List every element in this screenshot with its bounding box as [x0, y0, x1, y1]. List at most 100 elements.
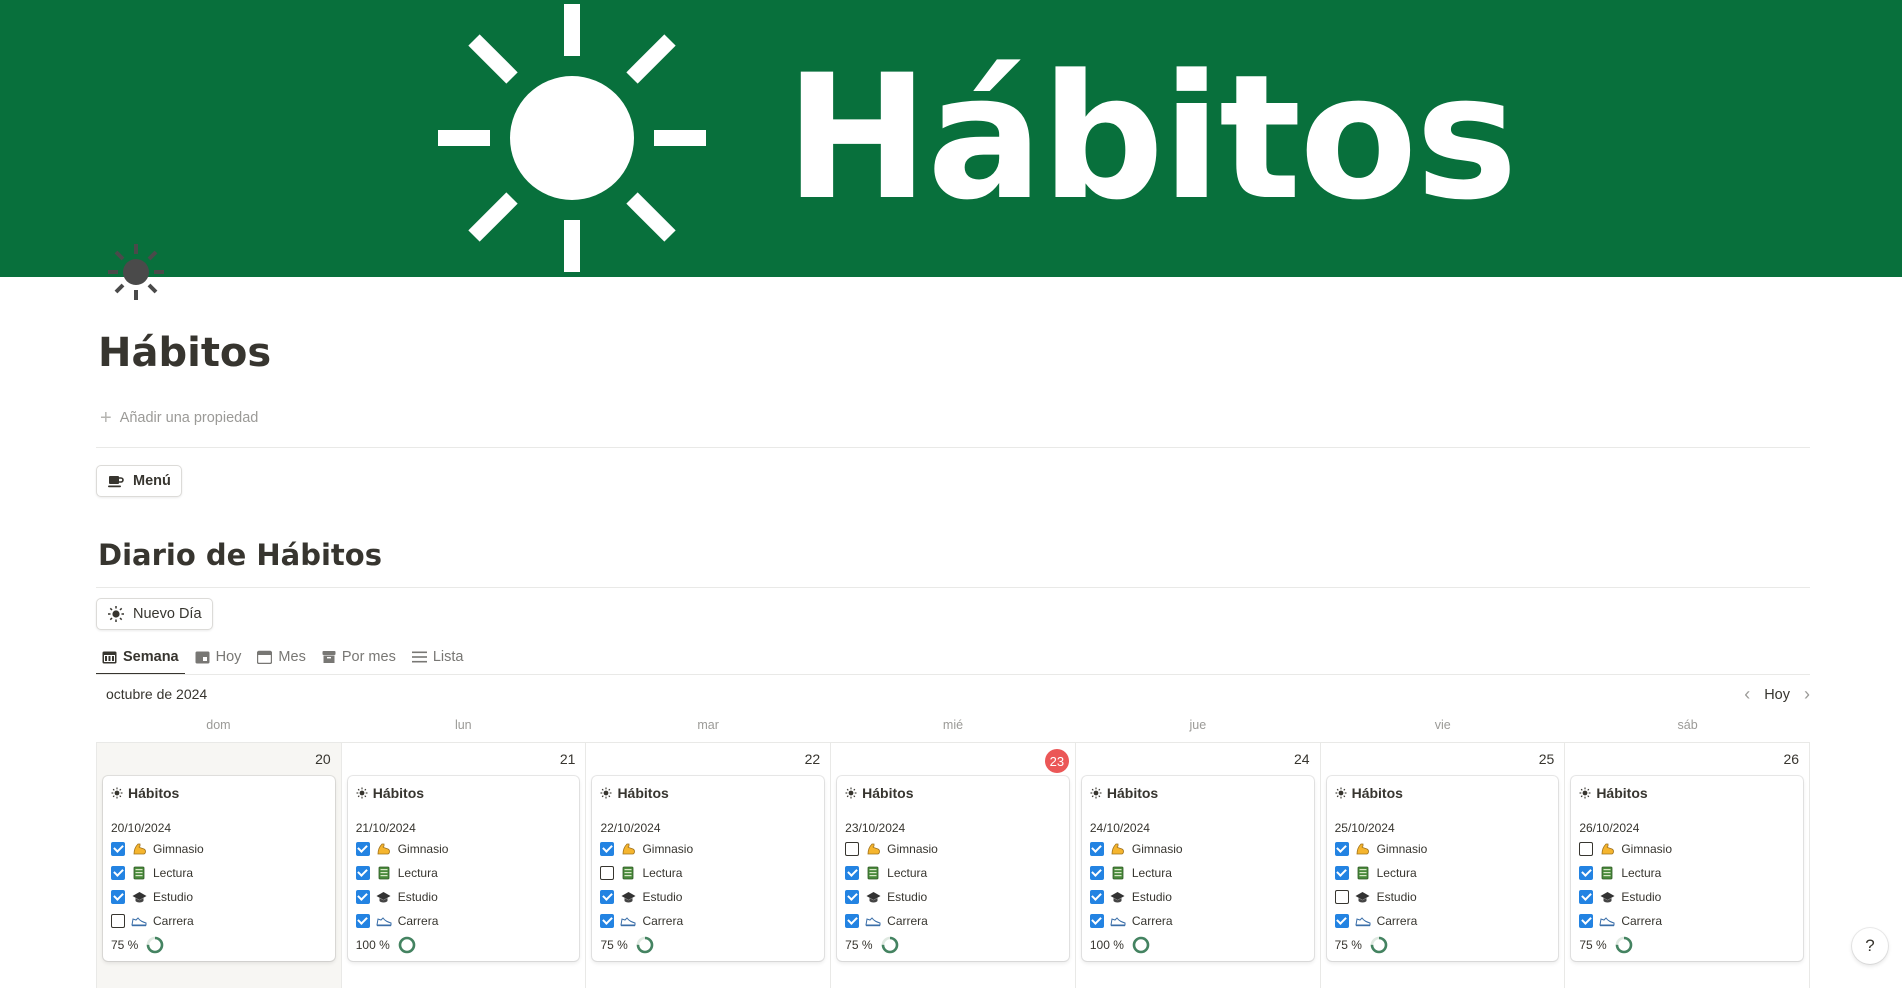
tab-semana[interactable]: Semana [96, 640, 185, 675]
habit-checkbox[interactable] [355, 842, 370, 856]
progress-ring [398, 936, 416, 954]
habit-card[interactable]: Hábitos 23/10/2024 Gimnasio Lectura Estudio C… [837, 776, 1069, 961]
calendar-week-icon [102, 651, 117, 664]
habit-checkbox[interactable] [845, 914, 860, 928]
habit-checkbox[interactable] [1579, 914, 1594, 928]
sun-icon[interactable] [104, 240, 168, 304]
habit-label: Estudio [887, 890, 928, 904]
weekday-label: sáb [1677, 718, 1698, 732]
habit-checkbox[interactable] [1334, 914, 1349, 928]
tab-label: Lista [432, 649, 464, 665]
card-title: Hábitos [111, 784, 327, 802]
habit-card[interactable]: Hábitos 20/10/2024 Gimnasio Lectura Estudio C… [103, 776, 335, 961]
day-number: 24 [1294, 751, 1310, 767]
habit-label: Gimnasio [1376, 842, 1428, 856]
habit-row: Gimnasio [1334, 837, 1551, 861]
add-property-button[interactable]: + Añadir una propiedad [100, 407, 258, 429]
plus-icon: + [100, 407, 112, 429]
card-title: Hábitos [1335, 784, 1551, 802]
habit-checkbox[interactable] [845, 890, 860, 904]
habit-checkbox[interactable] [1089, 890, 1104, 904]
habit-checkbox[interactable] [1579, 866, 1594, 880]
habit-row: Gimnasio [1579, 837, 1795, 861]
today-button[interactable]: Hoy [1764, 687, 1790, 703]
habit-checkbox[interactable] [355, 890, 370, 904]
habit-checkbox[interactable] [355, 914, 370, 928]
flexed-arm-icon [620, 842, 636, 856]
chevron-right-icon[interactable]: › [1804, 684, 1810, 705]
menu-button[interactable]: Menú [96, 465, 182, 497]
running-shoe-icon [1110, 914, 1126, 928]
habit-checkbox[interactable] [845, 842, 860, 856]
calendar-day[interactable]: 23 Hábitos 23/10/2024 Gimnasio Lectura Estudi… [831, 743, 1076, 988]
calendar-day[interactable]: 20 Hábitos 20/10/2024 Gimnasio Lectura Estudi… [97, 743, 342, 988]
habit-row: Carrera [1334, 909, 1551, 933]
tab-por-mes[interactable]: Por mes [316, 640, 402, 674]
habit-label: Carrera [887, 914, 928, 928]
day-number: 26 [1783, 751, 1800, 767]
tab-label: Mes [278, 649, 306, 665]
habit-row: Carrera [1089, 909, 1306, 933]
habit-label: Lectura [1131, 866, 1172, 880]
habit-checkbox[interactable] [1334, 890, 1349, 904]
page-title: Hábitos [98, 330, 272, 376]
habit-checkbox[interactable] [845, 866, 860, 880]
habit-checkbox[interactable] [111, 890, 125, 904]
habit-checkbox[interactable] [1089, 842, 1104, 856]
habit-card[interactable]: Hábitos 24/10/2024 Gimnasio Lectura Estudio C… [1081, 776, 1314, 961]
calendar-day[interactable]: 25 Hábitos 25/10/2024 Gimnasio Lectura Estudi… [1320, 743, 1566, 988]
tab-mes[interactable]: Mes [251, 640, 311, 674]
progress-ring [147, 936, 164, 954]
habit-checkbox[interactable] [1089, 914, 1104, 928]
calendar-day[interactable]: 24 Hábitos 24/10/2024 Gimnasio Lectura Estudi… [1075, 743, 1321, 988]
calendar-day[interactable]: 22 Hábitos 22/10/2024 Gimnasio Lectura Estudi… [586, 743, 832, 988]
calendar-day[interactable]: 26 Hábitos 26/10/2024 Gimnasio Lectura Estudi… [1565, 743, 1811, 988]
help-button[interactable]: ? [1852, 928, 1888, 964]
progress-ring [1615, 936, 1632, 954]
percent-label: 75 % [600, 938, 628, 952]
weekday-label: lun [454, 718, 472, 732]
habit-checkbox[interactable] [600, 842, 615, 856]
habit-row: Gimnasio [1089, 837, 1306, 861]
tab-hoy[interactable]: Hoy [189, 640, 248, 674]
tab-lista[interactable]: Lista [406, 640, 470, 674]
habit-checkbox[interactable] [1579, 842, 1594, 856]
calendar-day-icon [195, 651, 210, 664]
card-date: 24/10/2024 [1089, 821, 1150, 835]
habit-checkbox[interactable] [1579, 890, 1594, 904]
calendar-day[interactable]: 21 Hábitos 21/10/2024 Gimnasio Lectura Estudi… [341, 743, 587, 988]
habit-card[interactable]: Hábitos 22/10/2024 Gimnasio Lectura Estudio C… [592, 776, 825, 961]
sun-icon [1090, 787, 1102, 799]
habit-card[interactable]: Hábitos 21/10/2024 Gimnasio Lectura Estudio C… [347, 776, 580, 961]
chevron-left-icon[interactable]: ‹ [1744, 684, 1750, 705]
tab-label: Por mes [341, 649, 396, 665]
habit-checkbox[interactable] [1334, 866, 1349, 880]
percent-label: 75 % [111, 938, 139, 952]
habit-checkbox[interactable] [600, 866, 615, 880]
habit-card[interactable]: Hábitos 26/10/2024 Gimnasio Lectura Estudio C… [1571, 776, 1804, 961]
habit-row: Gimnasio [111, 837, 327, 861]
habit-row: Carrera [355, 909, 572, 933]
divider [96, 587, 1810, 588]
habit-checkbox[interactable] [111, 914, 125, 928]
habit-checkbox[interactable] [1089, 866, 1104, 880]
habit-label: Estudio [153, 890, 194, 904]
habit-row: Lectura [1334, 861, 1551, 885]
habit-checkbox[interactable] [600, 890, 615, 904]
habit-checkbox[interactable] [111, 866, 125, 880]
book-icon [376, 866, 392, 880]
habit-row: Lectura [1579, 861, 1795, 885]
percent-label: 100 % [355, 938, 390, 952]
nuevo-dia-button[interactable]: Nuevo Día [96, 598, 213, 630]
habit-label: Gimnasio [1131, 842, 1183, 856]
habit-checkbox[interactable] [111, 842, 125, 856]
habit-checkbox[interactable] [1334, 842, 1349, 856]
flexed-arm-icon [376, 842, 392, 856]
habit-checkbox[interactable] [600, 914, 615, 928]
habit-checkbox[interactable] [355, 866, 370, 880]
sun-icon [111, 787, 123, 799]
habit-card[interactable]: Hábitos 25/10/2024 Gimnasio Lectura Estudio C… [1326, 776, 1559, 961]
book-icon [620, 866, 636, 880]
card-title-text: Hábitos [1351, 785, 1403, 801]
running-shoe-icon [376, 914, 392, 928]
